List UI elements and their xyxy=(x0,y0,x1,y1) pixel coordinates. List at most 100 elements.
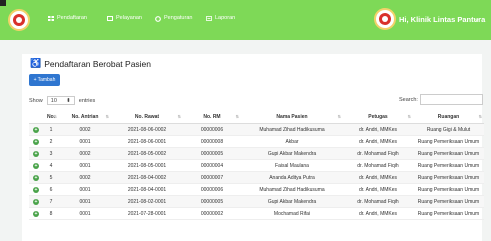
header-label: No. Rawat xyxy=(134,114,160,120)
table-header-row: No. ⇅ No. Antrian ⇅ No. Rawat ⇅ No. RM ⇅ Nam… xyxy=(29,111,484,124)
sort-icon: ⇅ xyxy=(105,114,109,119)
header-nama[interactable]: Nama Pasien ⇅ xyxy=(241,111,343,124)
expand-cell[interactable]: + xyxy=(29,171,43,184)
table-row[interactable]: + 6 0001 2021-08-04-0001 00000006 Muhama… xyxy=(29,183,484,196)
cell-rm: 00000008 xyxy=(183,135,241,148)
nav-pengaturan[interactable]: Pengaturan xyxy=(155,15,193,22)
cell-nama: Akbar xyxy=(241,135,343,148)
expand-plus-icon[interactable]: + xyxy=(33,174,39,181)
user-greeting[interactable]: Hi, Klinik Lintas Pantura xyxy=(399,15,485,24)
cell-petugas: dr. Andri, MMKes xyxy=(343,123,413,136)
table-row[interactable]: + 5 0002 2021-08-04-0002 00000007 Ananda… xyxy=(29,171,484,184)
expand-cell[interactable]: + xyxy=(29,159,43,172)
cell-nama: Muhamad Zihad Hadikusuma xyxy=(241,123,343,136)
page-title-text: Pendaftaran Berobat Pasien xyxy=(44,58,152,69)
card-icon xyxy=(107,15,113,21)
sort-icon: ⇅ xyxy=(407,114,411,119)
nav-pendaftaran[interactable]: Pendaftaran xyxy=(48,15,87,21)
header-label: Ruangan xyxy=(437,114,460,120)
cell-antrian: 0002 xyxy=(59,171,111,184)
search-input[interactable] xyxy=(420,94,483,105)
table-row[interactable]: + 1 0002 2021-08-06-0002 00000006 Muhama… xyxy=(29,123,484,136)
add-button[interactable]: + Tambah xyxy=(29,74,60,86)
cell-ruangan: Ruang Pemeriksaan Umum xyxy=(413,195,484,208)
cell-no: 5 xyxy=(43,171,59,184)
cell-rm: 00000004 xyxy=(183,159,241,172)
header-rm[interactable]: No. RM ⇅ xyxy=(183,111,241,124)
entries-label: entries xyxy=(78,97,96,104)
header-no[interactable]: No. ⇅ xyxy=(43,111,59,124)
window-control[interactable] xyxy=(0,0,6,6)
cell-ruangan: Ruang Pemeriksaan Umum xyxy=(413,171,484,184)
cell-antrian: 0001 xyxy=(59,135,111,148)
cell-petugas: dr. Andri, MMKes xyxy=(343,183,413,196)
header-rawat[interactable]: No. Rawat ⇅ xyxy=(111,111,183,124)
cell-no: 3 xyxy=(43,147,59,160)
cell-nama: Gupi Akbar Makendra xyxy=(241,147,343,160)
expand-plus-icon[interactable]: + xyxy=(33,198,39,205)
cell-rawat: 2021-08-05-0001 xyxy=(111,159,183,172)
cell-rm: 00000002 xyxy=(183,207,241,220)
entries-select[interactable]: 10 ⬍ xyxy=(46,96,75,105)
header-petugas[interactable]: Petugas ⇅ xyxy=(343,111,413,124)
sort-icon: ⇅ xyxy=(53,114,57,119)
cell-rawat: 2021-08-04-0002 xyxy=(111,171,183,184)
expand-plus-icon[interactable]: + xyxy=(33,210,39,217)
cell-rm: 00000007 xyxy=(183,171,241,184)
cell-rawat: 2021-07-28-0001 xyxy=(111,207,183,220)
cell-ruangan: Ruang Pemeriksaan Umum xyxy=(413,159,484,172)
add-button-label: Tambah xyxy=(37,77,56,83)
clinic-logo[interactable] xyxy=(8,9,30,31)
sort-icon: ⇅ xyxy=(177,114,181,119)
cell-petugas: dr. Andri, MMKes xyxy=(343,171,413,184)
cell-antrian: 0001 xyxy=(59,183,111,196)
expand-plus-icon[interactable]: + xyxy=(33,150,39,157)
expand-cell[interactable]: + xyxy=(29,135,43,148)
expand-cell[interactable]: + xyxy=(29,147,43,160)
expand-cell[interactable]: + xyxy=(29,195,43,208)
expand-plus-icon[interactable]: + xyxy=(33,138,39,145)
cell-nama: Muhamad Zihad Hadikusuma xyxy=(241,183,343,196)
expand-plus-icon[interactable]: + xyxy=(33,126,39,133)
expand-cell[interactable]: + xyxy=(29,183,43,196)
nav-label: Laporan xyxy=(215,15,236,21)
cell-no: 7 xyxy=(43,195,59,208)
cell-rm: 00000006 xyxy=(183,123,241,136)
cell-no: 1 xyxy=(43,123,59,136)
cell-ruangan: Ruang Pemeriksaan Umum xyxy=(413,183,484,196)
user-avatar[interactable] xyxy=(374,8,396,30)
cell-nama: Mochamad Rifai xyxy=(241,207,343,220)
chevron-down-icon[interactable]: ⌄ xyxy=(474,15,480,23)
cell-ruangan: Ruang Pemeriksaan Umum xyxy=(413,147,484,160)
logo-emblem xyxy=(13,14,25,26)
nav-label: Pengaturan xyxy=(164,15,193,21)
expand-plus-icon[interactable]: + xyxy=(33,162,39,169)
cell-rawat: 2021-08-05-0002 xyxy=(111,147,183,160)
expand-cell[interactable]: + xyxy=(29,123,43,136)
cell-nama: Ananda Aditya Putra xyxy=(241,171,343,184)
expand-plus-icon[interactable]: + xyxy=(33,186,39,193)
cell-rm: 00000006 xyxy=(183,183,241,196)
header-ruangan[interactable]: Ruangan ⇅ xyxy=(413,111,484,124)
header-label: Petugas xyxy=(368,114,388,120)
grid-icon xyxy=(48,15,54,21)
cell-petugas: dr. Andri, MMKes xyxy=(343,135,413,148)
table-row[interactable]: + 8 0001 2021-07-28-0001 00000002 Mocham… xyxy=(29,207,484,220)
table-row[interactable]: + 7 0001 2021-08-02-0001 00000005 Gupi A… xyxy=(29,195,484,208)
nav-pelayanan[interactable]: Pelayanan xyxy=(107,15,142,21)
sort-icon: ⇅ xyxy=(235,114,239,119)
cell-rawat: 2021-08-06-0001 xyxy=(111,135,183,148)
expand-cell[interactable]: + xyxy=(29,207,43,220)
show-label: Show xyxy=(29,97,43,104)
sort-icon: ⇅ xyxy=(337,114,341,119)
table-row[interactable]: + 4 0001 2021-08-05-0001 00000004 Faisal… xyxy=(29,159,484,172)
header-antrian[interactable]: No. Antrian ⇅ xyxy=(59,111,111,124)
nav-laporan[interactable]: Laporan xyxy=(206,15,235,21)
cell-antrian: 0001 xyxy=(59,159,111,172)
table-row[interactable]: + 2 0001 2021-08-06-0001 00000008 Akbar … xyxy=(29,135,484,148)
cell-rm: 00000005 xyxy=(183,195,241,208)
cell-petugas: dr. Mohamad Fiqih xyxy=(343,147,413,160)
entries-value: 10 xyxy=(50,97,57,104)
table-row[interactable]: + 3 0002 2021-08-05-0002 00000005 Gupi A… xyxy=(29,147,484,160)
cell-no: 6 xyxy=(43,183,59,196)
